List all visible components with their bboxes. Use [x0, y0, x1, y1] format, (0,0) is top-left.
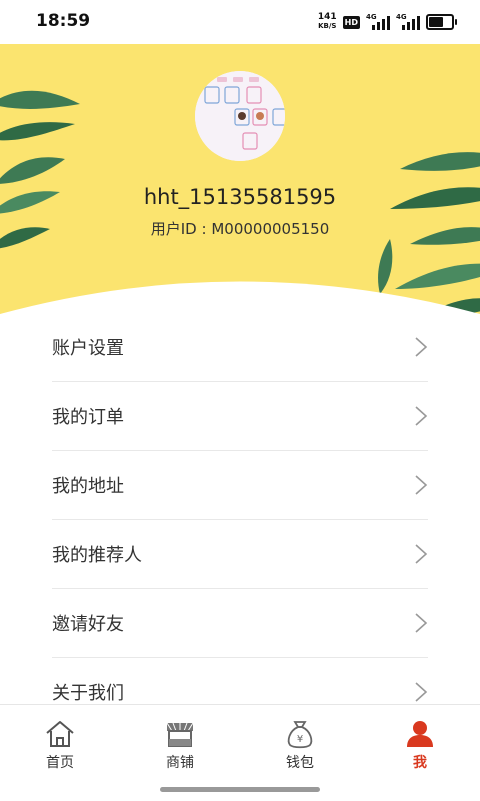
- nav-item-wallet[interactable]: ¥ 钱包: [260, 719, 340, 772]
- profile-header: hht_15135581595 用户ID : M00000005150: [0, 44, 480, 334]
- nav-label: 首页: [46, 755, 74, 771]
- chevron-right-icon: [415, 682, 428, 702]
- sim1-label: 4G: [366, 13, 377, 21]
- status-bar: 18:59 141 KB/S HD 4G 4G: [0, 0, 480, 44]
- menu-item-label: 关于我们: [52, 683, 124, 704]
- menu-item-label: 账户设置: [52, 338, 124, 359]
- chevron-right-icon: [415, 475, 428, 495]
- menu-item-invite-friends[interactable]: 邀请好友: [52, 589, 428, 658]
- nav-item-me[interactable]: 我: [380, 719, 460, 772]
- status-time: 18:59: [36, 11, 91, 31]
- menu-item-account-settings[interactable]: 账户设置: [52, 313, 428, 382]
- chevron-right-icon: [415, 613, 428, 633]
- nav-label: 商铺: [166, 755, 194, 771]
- nav-item-store[interactable]: 商铺: [140, 719, 220, 772]
- battery-fill: [429, 17, 443, 27]
- settings-menu: 账户设置 我的订单 我的地址 我的推荐人 邀请好友 关于我们: [0, 313, 480, 726]
- sim2-label: 4G: [396, 13, 407, 21]
- nav-item-home[interactable]: 首页: [20, 719, 100, 772]
- home-icon: [46, 721, 74, 747]
- chevron-right-icon: [415, 337, 428, 357]
- svg-text:¥: ¥: [297, 734, 303, 745]
- menu-item-my-orders[interactable]: 我的订单: [52, 382, 428, 451]
- signal-icon-2: 4G: [396, 13, 420, 30]
- user-id-value: M00000005150: [211, 220, 330, 238]
- nav-label: 我: [413, 755, 427, 771]
- user-id-label: 用户ID :: [150, 220, 212, 238]
- chevron-right-icon: [415, 406, 428, 426]
- menu-item-label: 我的推荐人: [52, 545, 142, 566]
- store-icon: [166, 722, 194, 747]
- home-indicator[interactable]: [160, 787, 320, 792]
- menu-item-label: 邀请好友: [52, 614, 124, 635]
- user-id: 用户ID : M00000005150: [0, 218, 480, 239]
- hd-badge: HD: [342, 15, 360, 29]
- status-icons: 141 KB/S HD 4G 4G: [318, 12, 457, 32]
- nav-label: 钱包: [286, 755, 314, 771]
- username: hht_15135581595: [143, 185, 337, 209]
- network-speed: 141 KB/S: [318, 13, 337, 31]
- battery-icon: [426, 14, 457, 30]
- network-speed-value: 141: [317, 12, 337, 22]
- menu-item-my-referrer[interactable]: 我的推荐人: [52, 520, 428, 589]
- network-speed-unit: KB/S: [318, 22, 337, 30]
- money-bag-icon: ¥: [287, 721, 313, 749]
- menu-item-label: 我的订单: [52, 407, 124, 428]
- chevron-right-icon: [415, 544, 428, 564]
- avatar-image: [195, 71, 285, 161]
- menu-item-label: 我的地址: [52, 476, 124, 497]
- profile-icon: [407, 721, 433, 747]
- menu-item-my-address[interactable]: 我的地址: [52, 451, 428, 520]
- avatar[interactable]: [195, 71, 285, 161]
- signal-icon: 4G: [366, 13, 390, 30]
